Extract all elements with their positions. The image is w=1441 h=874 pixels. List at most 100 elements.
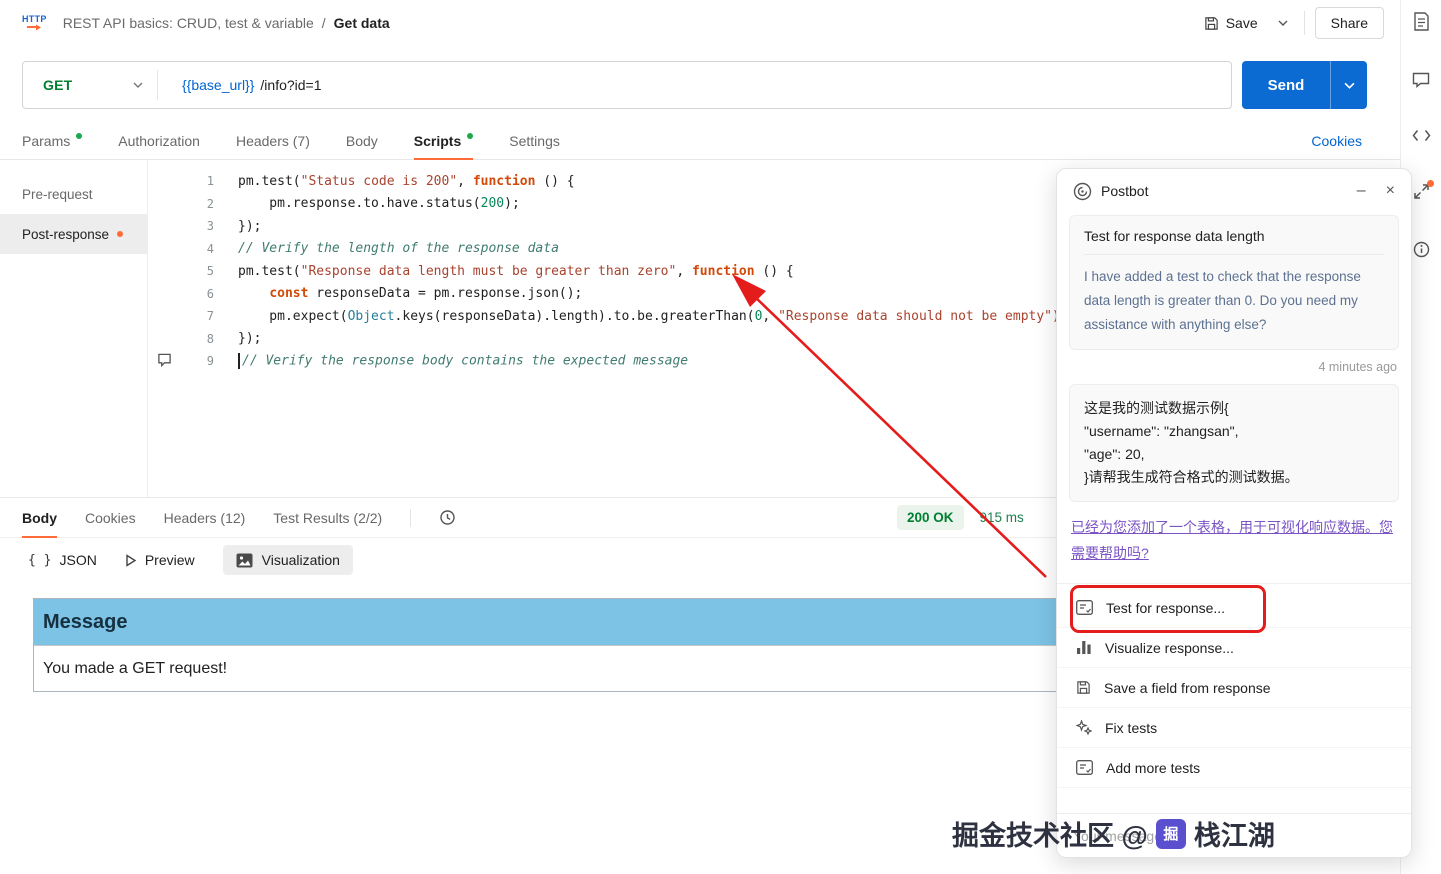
postbot-title: Postbot bbox=[1101, 183, 1149, 199]
minimize-button[interactable]: – bbox=[1357, 183, 1366, 199]
breadcrumb: REST API basics: CRUD, test & variable /… bbox=[63, 15, 390, 31]
visualization-table: Message You made a GET request! bbox=[33, 598, 1122, 692]
code-text: pm.test("Response data length must be gr… bbox=[238, 263, 794, 279]
response-tab-test-results[interactable]: Test Results (2/2) bbox=[273, 498, 382, 537]
method-label: GET bbox=[43, 77, 73, 93]
tab-scripts[interactable]: Scripts bbox=[413, 123, 474, 160]
tab-authorization[interactable]: Authorization bbox=[118, 123, 200, 159]
save-icon bbox=[1076, 680, 1091, 695]
save-options-button[interactable] bbox=[1272, 14, 1294, 32]
documentation-icon[interactable] bbox=[1413, 12, 1430, 31]
line-number: 5 bbox=[206, 264, 214, 279]
scripts-sidebar: Pre-request Post-response bbox=[0, 160, 148, 497]
code-text: pm.expect(Object.keys(responseData).leng… bbox=[238, 308, 1068, 324]
send-options-button[interactable] bbox=[1331, 61, 1367, 109]
url-variable: {{base_url}} bbox=[182, 77, 255, 93]
menu-item-fix-tests[interactable]: Fix tests bbox=[1057, 708, 1411, 748]
params-dot bbox=[76, 133, 83, 139]
table-row: You made a GET request! bbox=[34, 645, 1121, 691]
message-timestamp: 4 minutes ago bbox=[1318, 360, 1397, 374]
postbot-conversation: Test for response data length I have add… bbox=[1057, 213, 1411, 583]
bot-message-title: Test for response data length bbox=[1084, 228, 1384, 255]
tab-body[interactable]: Body bbox=[346, 123, 378, 159]
expand-requests-icon[interactable] bbox=[1413, 180, 1434, 200]
response-meta: 200 OK 915 ms bbox=[897, 505, 1024, 530]
unsaved-dot bbox=[117, 231, 124, 237]
chevron-down-icon bbox=[133, 82, 143, 88]
breadcrumb-current: Get data bbox=[333, 15, 390, 31]
play-icon bbox=[125, 553, 137, 567]
response-tab-headers[interactable]: Headers (12) bbox=[164, 498, 246, 537]
divider bbox=[1303, 11, 1305, 35]
line-number: 4 bbox=[206, 241, 214, 256]
braces-icon: { } bbox=[28, 552, 52, 568]
tab-params[interactable]: Params bbox=[22, 123, 83, 159]
text-cursor bbox=[238, 353, 240, 370]
line-number: 1 bbox=[206, 174, 214, 189]
view-json[interactable]: { } JSON bbox=[28, 552, 97, 568]
info-icon[interactable] bbox=[1413, 241, 1430, 258]
menu-item-save-field[interactable]: Save a field from response bbox=[1057, 668, 1411, 708]
url-input[interactable]: {{base_url}} /info?id=1 bbox=[158, 62, 1231, 108]
code-text: // Verify the response body contains the… bbox=[214, 353, 688, 370]
test-panel-icon bbox=[1076, 760, 1093, 775]
save-button[interactable]: Save bbox=[1200, 9, 1262, 37]
line-number: 6 bbox=[206, 286, 214, 301]
save-label: Save bbox=[1225, 15, 1258, 31]
breadcrumb-collection[interactable]: REST API basics: CRUD, test & variable bbox=[63, 15, 314, 31]
postbot-header: Postbot – × bbox=[1057, 169, 1411, 213]
line-number: 3 bbox=[206, 219, 214, 234]
watermark-avatar: 掘 bbox=[1155, 818, 1186, 849]
menu-item-add-more-tests[interactable]: Add more tests bbox=[1057, 748, 1411, 788]
send-button[interactable]: Send bbox=[1242, 61, 1367, 109]
image-icon bbox=[236, 553, 253, 568]
line-number: 7 bbox=[206, 309, 214, 324]
line-number: 2 bbox=[206, 196, 214, 211]
method-select[interactable]: GET bbox=[23, 62, 157, 108]
code-text: pm.test("Status code is 200", function (… bbox=[238, 173, 575, 189]
comments-icon[interactable] bbox=[1412, 72, 1430, 88]
table-header: Message bbox=[34, 599, 1121, 645]
code-text: }); bbox=[238, 331, 262, 347]
code-text: }); bbox=[238, 218, 262, 234]
request-tabs: Params Authorization Headers (7) Body Sc… bbox=[0, 123, 1400, 160]
view-visualization[interactable]: Visualization bbox=[222, 545, 353, 575]
response-time[interactable]: 915 ms bbox=[980, 510, 1024, 525]
line-number: 8 bbox=[206, 331, 214, 346]
status-badge[interactable]: 200 OK bbox=[897, 505, 964, 530]
cookies-link[interactable]: Cookies bbox=[1311, 133, 1362, 149]
sidebar-item-post-response[interactable]: Post-response bbox=[0, 214, 147, 254]
watermark-name: 栈江湖 bbox=[1193, 821, 1275, 851]
sidebar-item-pre-request[interactable]: Pre-request bbox=[0, 174, 147, 214]
postbot-icon bbox=[1073, 182, 1092, 201]
history-icon[interactable] bbox=[439, 509, 456, 526]
sparkles-icon bbox=[1076, 719, 1092, 736]
response-tab-body[interactable]: Body bbox=[22, 498, 57, 538]
code-text: // Verify the length of the response dat… bbox=[238, 241, 559, 257]
code-snippet-icon[interactable] bbox=[1412, 129, 1431, 142]
send-label: Send bbox=[1267, 76, 1305, 94]
url-path: /info?id=1 bbox=[260, 77, 322, 93]
postbot-panel: Postbot – × Test for response data lengt… bbox=[1056, 168, 1412, 858]
watermark: 掘金技术社区 @ 掘 栈江湖 bbox=[952, 814, 1275, 853]
share-button[interactable]: Share bbox=[1314, 7, 1384, 39]
menu-item-visualize-response[interactable]: Visualize response... bbox=[1057, 628, 1411, 668]
menu-item-test-for-response[interactable]: Test for response... bbox=[1057, 588, 1411, 628]
chevron-down-icon bbox=[1278, 20, 1288, 26]
divider bbox=[410, 508, 412, 527]
request-url-bar: GET {{base_url}} /info?id=1 bbox=[22, 61, 1232, 109]
close-button[interactable]: × bbox=[1386, 183, 1395, 199]
code-text: pm.response.to.have.status(200); bbox=[238, 196, 520, 212]
save-icon bbox=[1204, 16, 1219, 31]
view-preview[interactable]: Preview bbox=[125, 552, 195, 568]
bot-message-card: Test for response data length I have add… bbox=[1069, 215, 1399, 350]
tab-headers[interactable]: Headers (7) bbox=[236, 123, 310, 159]
bot-suggestion-link[interactable]: 已经为您添加了一个表格，用于可视化响应数据。您需要帮助吗? bbox=[1071, 514, 1397, 566]
tab-settings[interactable]: Settings bbox=[509, 123, 560, 159]
response-tab-cookies[interactable]: Cookies bbox=[85, 498, 136, 537]
comment-bubble-icon[interactable] bbox=[157, 353, 172, 367]
top-bar-actions: Save Share bbox=[1200, 7, 1384, 39]
bar-chart-icon bbox=[1076, 640, 1092, 655]
code-text: const responseData = pm.response.json(); bbox=[269, 286, 583, 302]
postbot-actions-menu: Test for response... Visualize response.… bbox=[1057, 583, 1411, 813]
